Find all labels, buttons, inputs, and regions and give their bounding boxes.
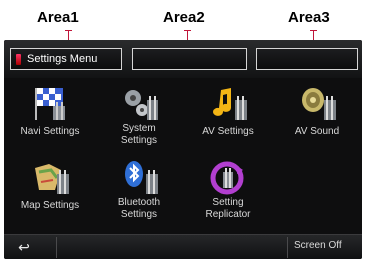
divider [56,237,57,258]
screen-off-button[interactable]: Screen Off [294,240,342,251]
bluetooth-icon [125,161,158,194]
replicator-icon [210,161,244,195]
tile-map-settings[interactable]: Map Settings [6,156,94,231]
tile-av-sound[interactable]: AV Sound [273,82,361,157]
map-icon [35,164,69,194]
callout-area3: Area3 [288,9,330,26]
tile-label: Map Settings [20,200,80,211]
tile-navi-settings[interactable]: Navi Settings [6,82,94,157]
back-arrow-icon: ↩ [18,239,30,255]
system-gear-icon [125,90,158,120]
bottom-bar: ↩ Screen Off [4,234,362,259]
navi-flag-icon [35,88,65,120]
tile-bluetooth-settings[interactable]: Bluetooth Settings [95,156,183,231]
tile-label: AV Sound [294,126,340,137]
device-screen: Settings Menu Navi Settings System Setti… [4,40,362,259]
av-speaker-icon [302,88,336,120]
tile-label: System Settings [120,123,158,146]
tile-av-settings[interactable]: AV Settings [184,82,272,157]
tile-label: AV Settings [202,126,254,137]
area2-box [132,48,247,70]
area3-box [256,48,358,70]
area1-title-box: Settings Menu [10,48,122,70]
tile-label: Navi Settings [20,126,80,137]
tile-label: Setting Replicator [205,197,251,220]
tile-label: Bluetooth Settings [117,197,161,220]
divider [287,237,288,258]
top-bar: Settings Menu [4,40,362,78]
settings-grid: Navi Settings System Settings AV Settings [4,80,362,230]
back-button[interactable]: ↩ [10,239,38,256]
menu-marker-icon [16,54,21,65]
page-title: Settings Menu [27,53,98,65]
tile-setting-replicator[interactable]: Setting Replicator [184,156,272,231]
callout-area2: Area2 [163,9,205,26]
tile-system-settings[interactable]: System Settings [95,82,183,157]
callout-area1: Area1 [37,9,79,26]
av-music-note-icon [213,88,247,120]
